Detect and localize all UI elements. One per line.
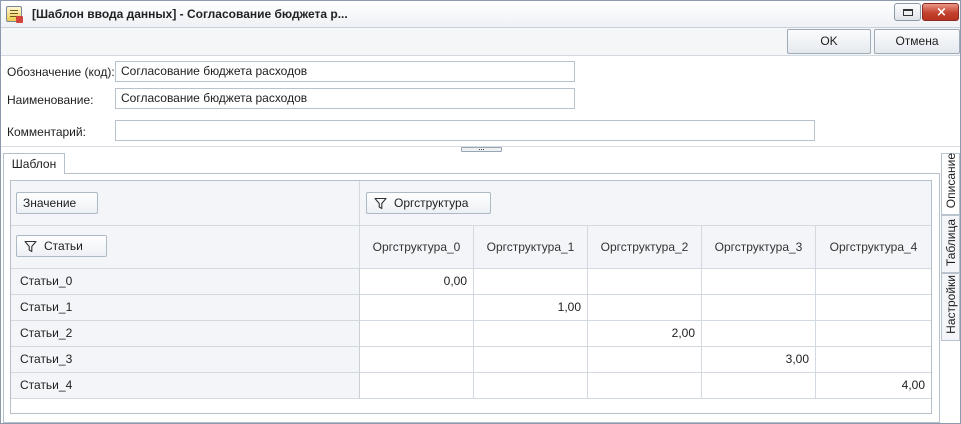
tab-template[interactable]: Шаблон <box>3 153 65 174</box>
dialog-window: [Шаблон ввода данных] - Согласование бюд… <box>0 0 961 424</box>
pivot-grid: Значение Оргструктура Статьи Оргструктур… <box>10 180 932 414</box>
grid-cell[interactable]: 2,00 <box>588 321 702 347</box>
restore-icon <box>903 9 913 16</box>
side-tab-label: Настройки <box>944 275 958 334</box>
grid-cell[interactable] <box>360 347 474 373</box>
name-label: Наименование: <box>7 93 94 107</box>
grid-cell[interactable] <box>702 295 816 321</box>
data-area: Значение <box>11 181 360 226</box>
grid-cell[interactable] <box>474 347 588 373</box>
side-tab-label: Таблица <box>944 218 958 266</box>
grid-cell[interactable] <box>474 321 588 347</box>
grid-cell[interactable] <box>588 347 702 373</box>
grid-cell[interactable] <box>816 321 931 347</box>
grid-cell[interactable] <box>588 295 702 321</box>
side-tab-settings[interactable]: Настройки <box>941 273 960 341</box>
close-button[interactable]: × <box>922 3 959 21</box>
column-header[interactable]: Оргструктура_4 <box>816 226 931 269</box>
restore-button[interactable] <box>894 3 921 21</box>
column-header[interactable]: Оргструктура_3 <box>702 226 816 269</box>
row-header[interactable]: Статьи_4 <box>11 373 360 399</box>
side-tab-label: Описание <box>944 152 958 208</box>
grid-cell[interactable] <box>588 373 702 399</box>
close-icon: × <box>936 5 947 20</box>
grip-icon[interactable] <box>461 147 502 152</box>
code-label: Обозначение (код): <box>7 65 115 79</box>
row-field-label: Статьи <box>44 239 83 253</box>
side-tab-table[interactable]: Таблица <box>941 215 960 273</box>
row-header[interactable]: Статьи_1 <box>11 295 360 321</box>
template-app-icon <box>6 6 23 23</box>
filter-icon <box>374 197 387 210</box>
row-header[interactable]: Статьи_0 <box>11 269 360 295</box>
grid-cell[interactable]: 4,00 <box>816 373 931 399</box>
title-bar[interactable]: [Шаблон ввода данных] - Согласование бюд… <box>1 1 960 28</box>
column-header[interactable]: Оргструктура_2 <box>588 226 702 269</box>
row-header[interactable]: Статьи_2 <box>11 321 360 347</box>
cancel-button[interactable]: Отмена <box>874 29 960 54</box>
column-header[interactable]: Оргструктура_1 <box>474 226 588 269</box>
side-tabs: Описание Таблица Настройки <box>941 153 961 343</box>
grid-cell[interactable] <box>360 321 474 347</box>
filter-icon <box>24 240 37 253</box>
grid-cell[interactable] <box>816 295 931 321</box>
row-field-area: Статьи <box>11 226 360 269</box>
name-field[interactable]: Согласование бюджета расходов <box>115 88 575 109</box>
data-field-button[interactable]: Значение <box>16 192 98 214</box>
column-field-label: Оргструктура <box>394 196 469 210</box>
grid-cell[interactable] <box>474 269 588 295</box>
grid-cell[interactable] <box>360 295 474 321</box>
grid-cell[interactable] <box>702 269 816 295</box>
grid-cell[interactable] <box>816 269 931 295</box>
grid-cell[interactable]: 1,00 <box>474 295 588 321</box>
grid-cell[interactable] <box>816 347 931 373</box>
column-header[interactable]: Оргструктура_0 <box>360 226 474 269</box>
grid-cell[interactable] <box>702 373 816 399</box>
column-field-area: Оргструктура <box>360 181 931 226</box>
window-title: [Шаблон ввода данных] - Согласование бюд… <box>32 7 348 21</box>
grid-cell[interactable] <box>360 373 474 399</box>
grid-cell[interactable] <box>474 373 588 399</box>
code-field[interactable]: Согласование бюджета расходов <box>115 61 575 82</box>
grid-cell[interactable] <box>702 321 816 347</box>
grid-cell[interactable] <box>588 269 702 295</box>
ok-button[interactable]: OK <box>787 29 871 54</box>
button-bar: OK Отмена <box>1 28 960 56</box>
row-header[interactable]: Статьи_3 <box>11 347 360 373</box>
row-field-button[interactable]: Статьи <box>16 235 107 257</box>
column-field-button[interactable]: Оргструктура <box>366 192 491 214</box>
grid-cell[interactable]: 0,00 <box>360 269 474 295</box>
comment-label: Комментарий: <box>7 125 86 139</box>
grid-cell[interactable]: 3,00 <box>702 347 816 373</box>
comment-field[interactable] <box>115 120 815 141</box>
side-tab-description[interactable]: Описание <box>941 153 960 215</box>
